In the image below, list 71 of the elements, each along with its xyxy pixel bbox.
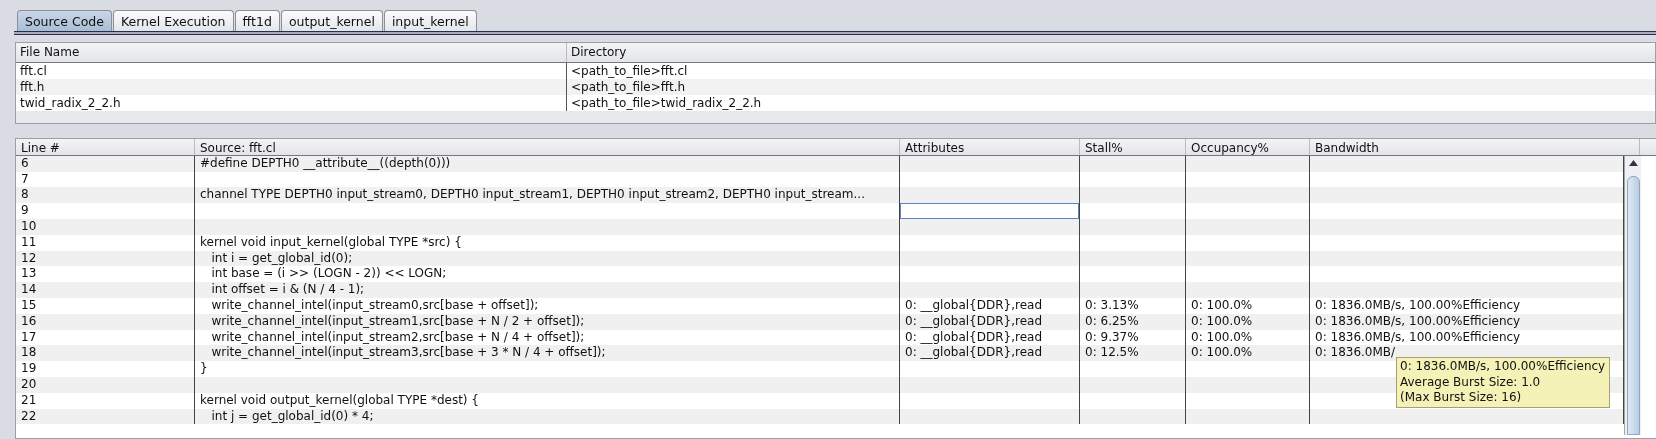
table-cell: twid_radix_2_2.h [20,96,121,110]
code-line: write_channel_intel(input_stream1,src[base + N / 2 + offset]); [210,313,585,328]
code-line: } [200,361,208,376]
tab[interactable]: Kernel Execution [112,10,234,31]
column-header[interactable]: Bandwidth [1315,141,1379,155]
line-number: 7 [21,171,29,186]
code-line: kernel void output_kernel(global TYPE *dest) { [200,392,479,407]
table-cell: <path_to_file>fft.cl [571,64,688,78]
table-cell: 0: 100.0% [1191,297,1253,312]
tooltip-text: Average Burst Size: 1.0 [1400,374,1542,390]
code-line: int j = get_global_id(0) * 4; [210,408,374,423]
column-header[interactable]: Stall% [1085,141,1123,155]
column-header[interactable]: Occupancy% [1191,141,1269,155]
column-header[interactable]: Attributes [905,141,965,155]
line-number: 14 [21,282,37,297]
line-number: 20 [21,376,37,391]
tooltip-text: (Max Burst Size: 16) [1400,390,1523,406]
line-number: 19 [21,361,37,376]
line-number: 18 [21,345,37,360]
line-number: 15 [21,297,37,312]
line-number: 16 [21,313,37,328]
table-cell: <path_to_file>fft.h [571,80,686,94]
table-cell: 0: 3.13% [1085,297,1139,312]
tab[interactable]: fft1d [234,10,280,31]
table-cell: 0: 100.0% [1191,313,1253,328]
code-line: int i = get_global_id(0); [210,250,353,265]
scroll-thumb[interactable] [1627,175,1640,435]
column-header[interactable]: Source: fft.cl [200,141,276,155]
table-cell: 0: 1836.0MB/s, 100.00%Efficiency [1315,297,1521,312]
column-header[interactable]: Line # [21,141,60,155]
tab[interactable]: Source Code [17,10,112,31]
code-line: channel TYPE DEPTH0 input_stream0, DEPTH0 input_stream1, DEPTH0 input_stream2, DEPTH0 input_stream... [200,187,865,202]
table-cell: 0: 9.37% [1085,329,1139,344]
line-number: 10 [21,219,37,233]
column-header[interactable]: File Name [20,45,80,59]
table-cell: 0: 100.0% [1191,345,1253,360]
line-number: 21 [21,392,37,407]
line-number: 11 [21,234,37,249]
line-number: 22 [21,408,37,423]
code-line: write_channel_intel(input_stream3,src[base + 3 * N / 4 + offset]); [210,345,606,360]
code-line: int base = (i >> (LOGN - 2)) << LOGN; [210,266,447,281]
table-cell: fft.cl [20,64,47,78]
table-cell: 0: 1836.0MB/s, 100.00%Efficiency [1315,313,1521,328]
table-cell: <path_to_file>twid_radix_2_2.h [571,96,762,110]
tab[interactable]: input_kernel [383,10,477,31]
table-cell: 0: 6.25% [1085,313,1139,328]
table-cell: 0: 1836.0MB/ [1315,345,1396,360]
tab[interactable]: output_kernel [280,10,383,31]
code-line: kernel void input_kernel(global TYPE *src) { [200,234,462,249]
table-cell: fft.h [20,80,45,94]
code-line: write_channel_intel(input_stream0,src[base + offset]); [210,297,539,312]
line-number: 9 [21,203,29,218]
line-number: 8 [21,187,29,202]
code-line: int offset = i & (N / 4 - 1); [210,282,365,297]
table-cell: 0: __global{DDR},read [905,297,1042,312]
line-number: 12 [21,250,37,265]
focused-cell[interactable] [900,203,1080,219]
code-line: write_channel_intel(input_stream2,src[base + N / 4 + offset]); [210,329,585,344]
scrollbar[interactable] [1624,155,1641,435]
tooltip-text: 0: 1836.0MB/s, 100.00%Efficiency [1400,359,1606,375]
table-cell: 0: 12.5% [1085,345,1139,360]
line-number: 6 [21,155,29,170]
line-number: 17 [21,329,37,344]
column-header[interactable]: Directory [571,45,627,59]
table-cell: 0: 1836.0MB/s, 100.00%Efficiency [1315,329,1521,344]
line-number: 13 [21,266,37,281]
table-cell: 0: __global{DDR},read [905,329,1042,344]
table-cell: 0: __global{DDR},read [905,313,1042,328]
table-cell: 0: 100.0% [1191,329,1253,344]
table-cell: 0: __global{DDR},read [905,345,1042,360]
code-line: #define DEPTH0 __attribute__((depth(0))) [200,155,451,170]
